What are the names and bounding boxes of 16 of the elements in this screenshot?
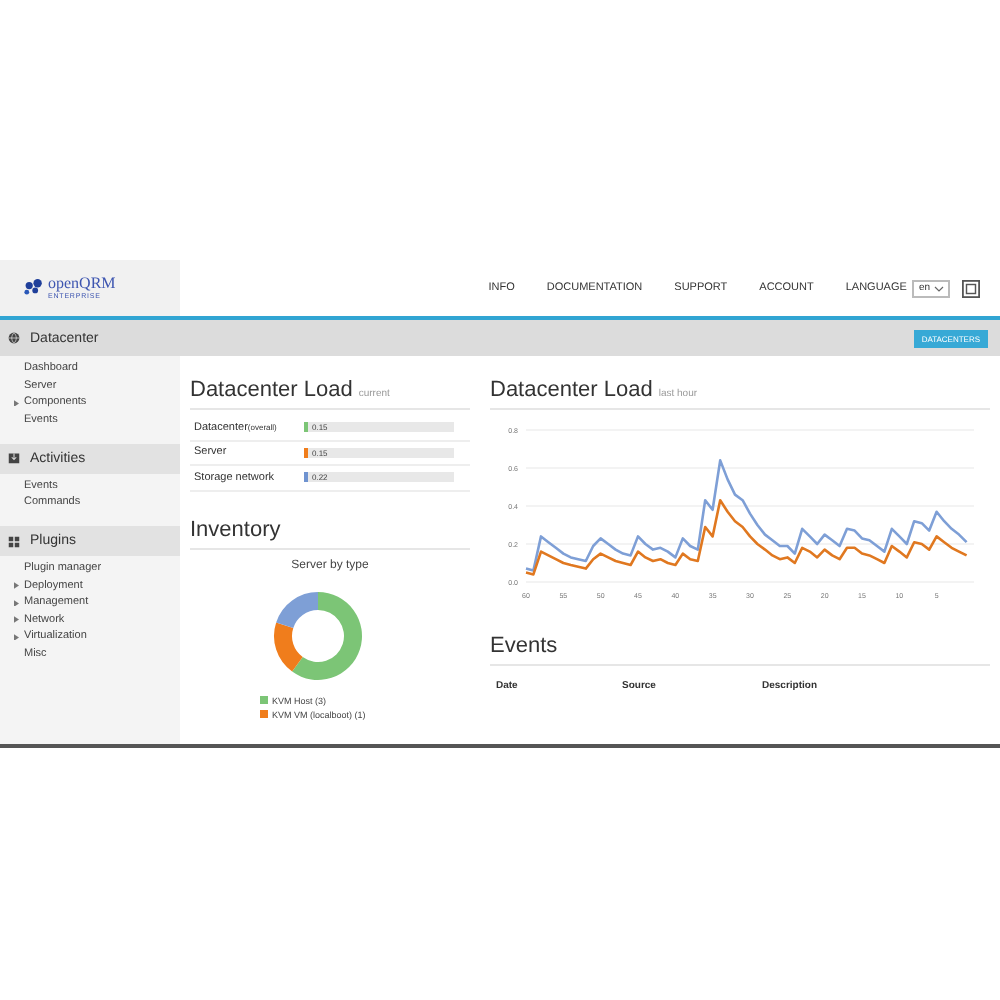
expand-arrow-icon	[14, 616, 19, 624]
caret-icon	[934, 285, 944, 291]
panel-title: Inventory	[190, 517, 281, 541]
globe-icon	[8, 332, 20, 344]
panel-title: Datacenter Load	[190, 378, 353, 402]
panel-title: Events	[490, 634, 558, 658]
inbox-icon	[8, 452, 20, 464]
donut-chart-drawing	[270, 587, 366, 683]
expand-arrow-icon	[14, 582, 19, 590]
logo-icon	[22, 276, 46, 300]
expand-arrow-icon	[14, 633, 19, 641]
grid-icon	[8, 535, 20, 547]
panel-title: Datacenter Load	[490, 378, 653, 402]
logo-name: openQRM	[48, 275, 116, 292]
expand-arrow-icon	[14, 599, 19, 607]
expand-arrow-icon	[14, 399, 19, 407]
